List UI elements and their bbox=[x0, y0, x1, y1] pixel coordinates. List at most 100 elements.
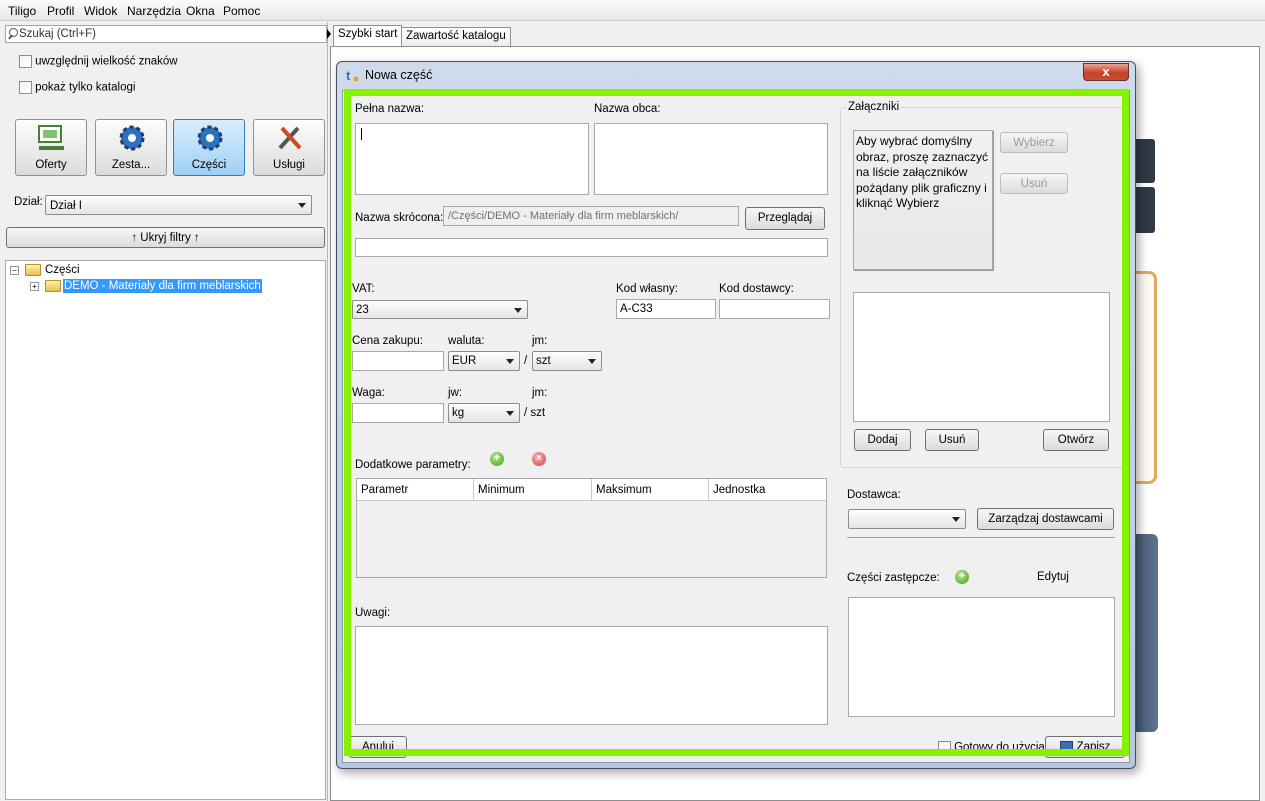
chevron-down-icon bbox=[506, 359, 514, 364]
price-input[interactable] bbox=[352, 351, 444, 371]
menu-narzedzia[interactable]: Narzędzia bbox=[127, 4, 181, 18]
tab-quick-start[interactable]: Szybki start bbox=[333, 25, 403, 46]
option-only-catalogs[interactable]: pokaż tylko katalogi bbox=[19, 81, 135, 94]
weight-unit-select[interactable]: kg bbox=[448, 403, 520, 423]
folder-icon bbox=[45, 280, 61, 292]
search-placeholder: Szukaj (Ctrl+F) bbox=[19, 28, 96, 40]
supplier-select[interactable] bbox=[848, 509, 966, 529]
add-replacement-icon[interactable]: + bbox=[955, 570, 969, 584]
dzial-select[interactable]: Dział I bbox=[45, 195, 312, 215]
weight-label: Waga: bbox=[352, 387, 385, 399]
chevron-down-icon bbox=[588, 359, 596, 364]
full-name-label: Pełna nazwa: bbox=[355, 103, 425, 115]
dialog-body: Pełna nazwa: Nazwa obca: Nazwa skrócona:… bbox=[342, 90, 1130, 763]
path-field: /Części/DEMO - Materiały dla firm meblar… bbox=[443, 206, 739, 226]
unit-select[interactable]: szt bbox=[532, 351, 602, 371]
app-logo-icon: t bbox=[344, 67, 360, 83]
module-oferty-button[interactable]: Oferty bbox=[15, 119, 87, 176]
remove-image-button[interactable]: Usuń bbox=[1000, 173, 1068, 194]
short-name-input[interactable] bbox=[355, 238, 828, 257]
params-col-jednostka[interactable]: Jednostka bbox=[709, 479, 826, 500]
option-case-sensitive[interactable]: uwzględnij wielkość znaków bbox=[19, 55, 178, 68]
slash: / bbox=[524, 355, 528, 367]
full-name-input[interactable] bbox=[355, 123, 589, 195]
tab-catalog-content[interactable]: Zawartość katalogu bbox=[401, 27, 511, 46]
params-table[interactable]: Parametr Minimum Maksimum Jednostka bbox=[356, 478, 827, 578]
params-col-minimum[interactable]: Minimum bbox=[474, 479, 592, 500]
remove-attachment-button[interactable]: Usuń bbox=[925, 429, 979, 451]
own-code-input[interactable]: A-C33 bbox=[616, 299, 716, 319]
ready-option[interactable]: Gotowy do użycia bbox=[938, 741, 1045, 754]
expand-icon[interactable]: + bbox=[30, 282, 39, 291]
replacement-parts-list[interactable] bbox=[848, 597, 1115, 717]
foreign-name-input[interactable] bbox=[594, 123, 828, 195]
open-attachment-button[interactable]: Otwórz bbox=[1043, 429, 1109, 451]
choose-image-button[interactable]: Wybierz bbox=[1000, 132, 1068, 153]
text-cursor bbox=[361, 128, 362, 140]
weight-input[interactable] bbox=[352, 403, 444, 423]
replacement-parts-label: Części zastępcze: bbox=[847, 572, 940, 584]
add-param-icon[interactable]: + bbox=[490, 452, 504, 466]
currency-select[interactable]: EUR bbox=[448, 351, 520, 371]
ready-checkbox[interactable] bbox=[938, 741, 951, 754]
save-button-label: Zapisz bbox=[1076, 741, 1111, 753]
splitter-arrow-icon[interactable] bbox=[327, 29, 331, 39]
floppy-disk-icon bbox=[1059, 740, 1073, 753]
own-code-value: A-C33 bbox=[620, 303, 653, 315]
tools-icon bbox=[278, 126, 302, 150]
own-code-label: Kod własny: bbox=[616, 283, 679, 295]
close-button[interactable]: x bbox=[1083, 63, 1129, 81]
hide-filters-button[interactable]: ↑ Ukryj filtry ↑ bbox=[6, 227, 325, 248]
module-zestawy-label: Zesta... bbox=[111, 159, 151, 171]
params-label: Dodatkowe parametry: bbox=[355, 459, 471, 471]
price-label: Cena zakupu: bbox=[352, 335, 423, 347]
cancel-button[interactable]: Anuluj bbox=[349, 736, 407, 758]
chevron-down-icon bbox=[952, 517, 960, 522]
notes-input[interactable] bbox=[355, 626, 828, 725]
weight-unit-value: kg bbox=[452, 407, 465, 419]
attachments-list[interactable] bbox=[853, 292, 1110, 422]
add-attachment-button[interactable]: Dodaj bbox=[854, 429, 911, 451]
module-uslugi-button[interactable]: Usługi bbox=[253, 119, 325, 176]
params-col-maksimum[interactable]: Maksimum bbox=[592, 479, 709, 500]
left-panel: Szukaj (Ctrl+F) uwzględnij wielkość znak… bbox=[0, 22, 328, 801]
case-sensitive-checkbox[interactable] bbox=[19, 55, 32, 68]
tree-child-label[interactable]: DEMO - Materiały dla firm meblarskich bbox=[63, 279, 262, 293]
edit-label[interactable]: Edytuj bbox=[1037, 571, 1069, 583]
menu-tiligo[interactable]: Tiligo bbox=[8, 4, 36, 18]
save-button[interactable]: Zapisz bbox=[1045, 736, 1125, 758]
vat-value: 23 bbox=[356, 304, 369, 316]
params-col-parametr[interactable]: Parametr bbox=[357, 479, 474, 500]
attachments-title: Załączniki bbox=[846, 101, 902, 113]
module-czesci-button[interactable]: Części bbox=[173, 119, 245, 176]
browse-button[interactable]: Przeglądaj bbox=[745, 207, 825, 230]
remove-param-icon[interactable]: × bbox=[532, 452, 546, 466]
currency-label: waluta: bbox=[448, 335, 485, 347]
unit-label: jm: bbox=[532, 335, 548, 347]
menu-bar: Tiligo Profil Widok Narzędzia Okna Pomoc bbox=[0, 0, 1265, 21]
tree-root-label[interactable]: Części bbox=[45, 264, 80, 276]
search-box[interactable]: Szukaj (Ctrl+F) bbox=[5, 25, 327, 43]
manage-suppliers-button[interactable]: Zarządzaj dostawcami bbox=[977, 508, 1114, 530]
supplier-code-input[interactable] bbox=[719, 299, 830, 319]
ready-label: Gotowy do użycia bbox=[954, 741, 1045, 754]
new-part-dialog: t Nowa część x Pełna nazwa: Nazwa obca: … bbox=[336, 61, 1136, 769]
case-sensitive-label: uwzględnij wielkość znaków bbox=[35, 55, 178, 68]
vat-select[interactable]: 23 bbox=[352, 300, 528, 319]
menu-profil[interactable]: Profil bbox=[47, 4, 74, 18]
supplier-code-label: Kod dostawcy: bbox=[719, 283, 794, 295]
only-catalogs-checkbox[interactable] bbox=[19, 81, 32, 94]
svg-text:t: t bbox=[346, 68, 351, 83]
default-image-preview: Aby wybrać domyślny obraz, proszę zaznac… bbox=[853, 130, 993, 270]
divider bbox=[847, 537, 1115, 538]
supplier-label: Dostawca: bbox=[847, 489, 901, 501]
module-zestawy-button[interactable]: Zesta... bbox=[95, 119, 167, 176]
collapse-icon[interactable]: − bbox=[10, 266, 19, 275]
menu-pomoc[interactable]: Pomoc bbox=[223, 4, 260, 18]
menu-widok[interactable]: Widok bbox=[84, 4, 117, 18]
menu-okna[interactable]: Okna bbox=[186, 4, 215, 18]
catalog-tree[interactable]: − Części + DEMO - Materiały dla firm meb… bbox=[5, 260, 326, 800]
vat-label: VAT: bbox=[352, 283, 375, 295]
params-table-body bbox=[357, 500, 826, 577]
short-name-label: Nazwa skrócona: bbox=[355, 212, 444, 224]
